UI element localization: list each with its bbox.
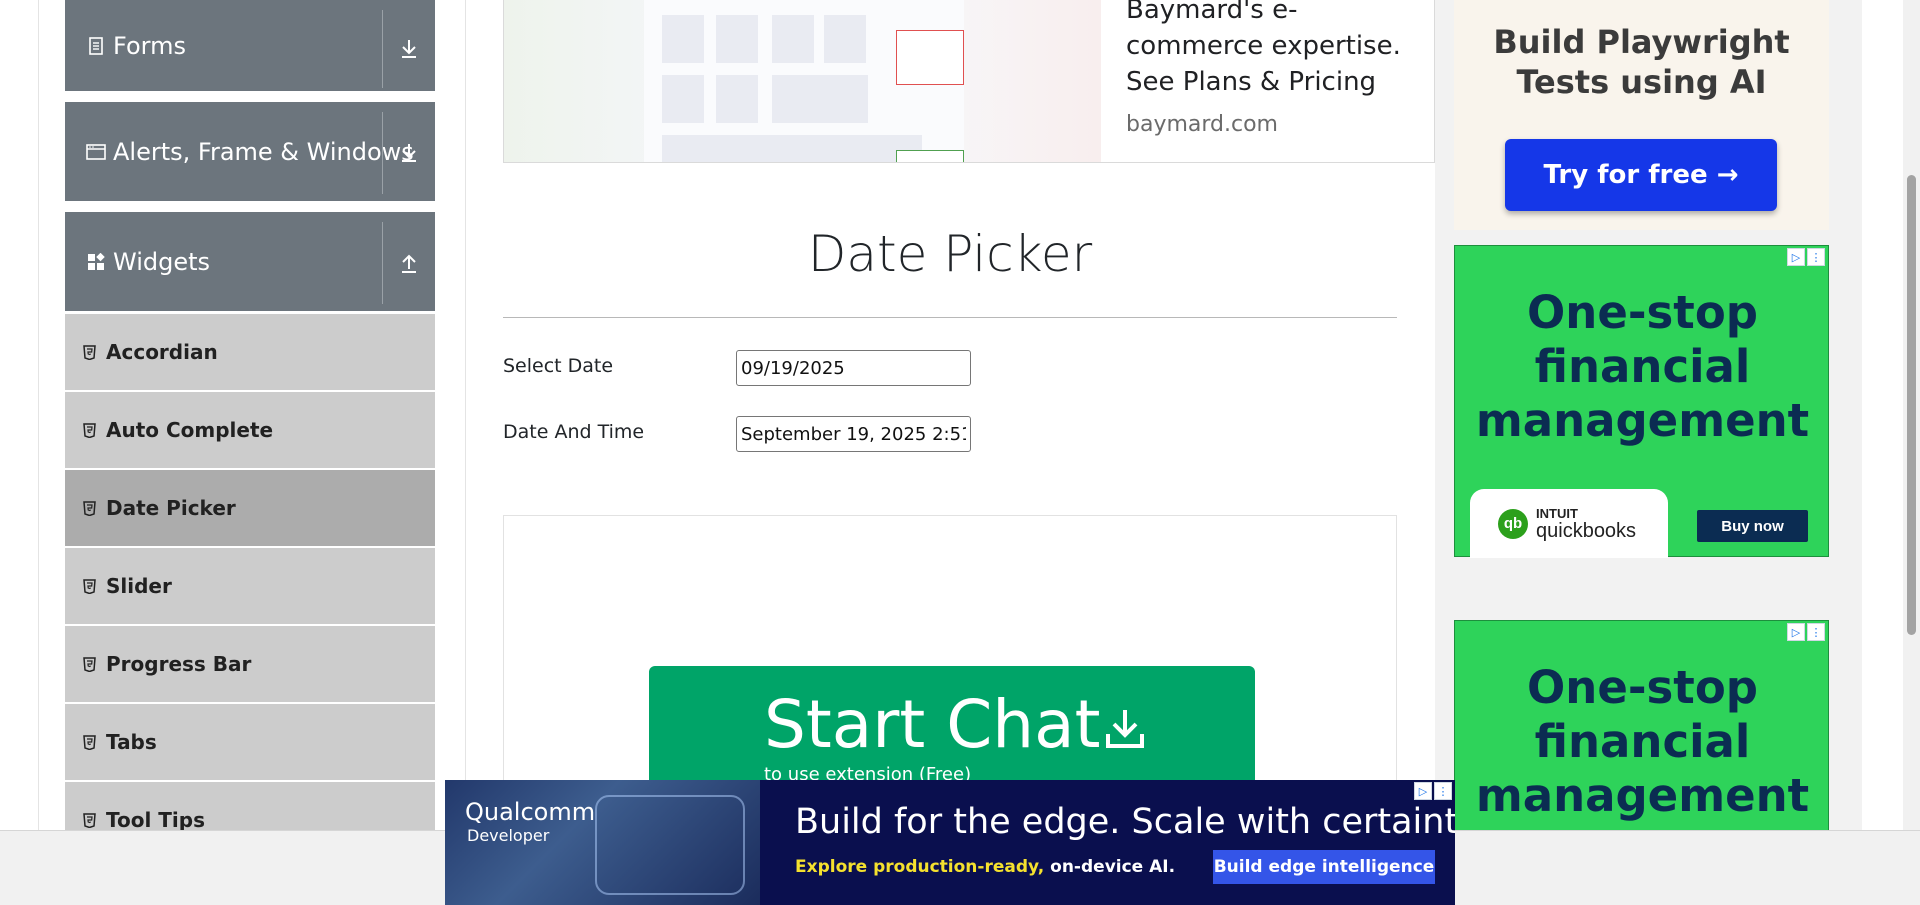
document-icon: [85, 35, 107, 57]
try-for-free-button[interactable]: Try for free →: [1505, 139, 1777, 211]
menu-item-date-picker[interactable]: Date Picker: [65, 468, 435, 546]
more-options-icon: ⋮: [1807, 623, 1825, 641]
menu-item-slider[interactable]: Slider: [65, 546, 435, 624]
group-title: Widgets: [113, 247, 211, 276]
quickbooks-ad[interactable]: ▷ ⋮ One-stop financial management: [1454, 620, 1829, 830]
qualcomm-subtext: Explore production-ready, on-device AI.: [795, 857, 1176, 877]
html5-icon: [82, 734, 96, 750]
page: Forms Alerts, Frame & Windows Widgets Ac…: [0, 0, 1920, 905]
html5-icon: [82, 812, 96, 828]
quickbooks-ad-title: One-stop financial management: [1475, 661, 1810, 822]
adchoices-icon: ▷: [1787, 623, 1805, 641]
qualcomm-ad[interactable]: Qualcomm Developer ▷ ⋮ Build for the edge…: [445, 780, 1455, 905]
html5-icon: [82, 500, 96, 516]
html5-icon: [82, 422, 96, 438]
quickbooks-ad-title: One-stop financial management: [1475, 286, 1810, 447]
html5-icon: [82, 656, 96, 672]
baymard-ad[interactable]: Baymard's e-commerce expertise. See Plan…: [503, 0, 1435, 163]
group-title: Forms: [113, 31, 186, 60]
adchoices-icon: ▷: [1787, 248, 1805, 266]
scrollbar-thumb[interactable]: [1907, 175, 1916, 635]
page-title: Date Picker: [807, 225, 1093, 283]
menu-item-label: Tool Tips: [106, 808, 206, 830]
upload-icon[interactable]: [382, 222, 435, 304]
menu-item-accordian[interactable]: Accordian: [65, 312, 435, 390]
buy-now-button[interactable]: Buy now: [1697, 510, 1808, 542]
html5-icon: [82, 578, 96, 594]
qualcomm-brand-sub: Developer: [467, 826, 550, 845]
qualcomm-brand: Qualcomm: [465, 798, 596, 826]
download-icon[interactable]: [382, 10, 435, 88]
widgets-icon: [85, 251, 107, 273]
date-time-label: Date And Time: [503, 421, 645, 443]
menu-item-label: Tabs: [106, 730, 157, 754]
right-ad-column: Build Playwright Tests using AI Try for …: [1435, 0, 1862, 830]
ad-mockup: [644, 0, 964, 162]
download-icon: [1104, 706, 1146, 755]
menu-item-auto-complete[interactable]: Auto Complete: [65, 390, 435, 468]
menu-item-label: Slider: [106, 574, 172, 598]
date-time-input[interactable]: [736, 416, 971, 452]
html5-icon: [82, 344, 96, 360]
menu-item-tool-tips[interactable]: Tool Tips: [65, 780, 435, 830]
select-date-input[interactable]: [736, 350, 971, 386]
ad-domain: baymard.com: [1126, 112, 1278, 137]
group-header-widgets[interactable]: Widgets: [65, 212, 435, 311]
page-scrollbar[interactable]: [1903, 0, 1920, 830]
quickbooks-logo-icon: qb: [1498, 508, 1528, 539]
widgets-menu: Accordian Auto Complete Date Picker Slid…: [65, 312, 435, 830]
menu-item-label: Accordian: [106, 340, 218, 364]
group-title: Alerts, Frame & Windows: [113, 137, 414, 166]
more-options-icon: ⋮: [1434, 782, 1452, 800]
menu-item-label: Date Picker: [106, 496, 236, 520]
ad-image: [504, 0, 1101, 162]
select-date-label: Select Date: [503, 355, 614, 377]
qualcomm-headline: Build for the edge. Scale with certainty…: [795, 802, 1455, 842]
download-icon[interactable]: [382, 112, 435, 194]
quickbooks-logo: qb INTUIT quickbooks: [1470, 489, 1668, 558]
window-icon: [85, 141, 107, 163]
start-chat-label: Start Chat: [764, 686, 1101, 763]
more-options-icon: ⋮: [1807, 248, 1825, 266]
playwright-ad-title: Build Playwright Tests using AI: [1493, 23, 1790, 101]
menu-item-label: Progress Bar: [106, 652, 252, 676]
build-edge-intelligence-button[interactable]: Build edge intelligence: [1213, 850, 1435, 884]
menu-item-tabs[interactable]: Tabs: [65, 702, 435, 780]
menu-item-label: Auto Complete: [106, 418, 274, 442]
adchoices[interactable]: ▷ ⋮: [1414, 782, 1452, 800]
ad-image: Qualcomm Developer: [445, 780, 760, 905]
adchoices[interactable]: ▷ ⋮: [1787, 623, 1825, 641]
playwright-ad[interactable]: Build Playwright Tests using AI Try for …: [1454, 0, 1829, 230]
ad-text: Baymard's e-commerce expertise. See Plan…: [1126, 0, 1401, 97]
group-header-alerts[interactable]: Alerts, Frame & Windows: [65, 102, 435, 201]
adchoices-icon: ▷: [1414, 782, 1432, 800]
start-chat-button[interactable]: Start Chat to use extension (Free): [649, 666, 1255, 796]
quickbooks-ad[interactable]: ▷ ⋮ One-stop financial management qb INTU…: [1454, 245, 1829, 558]
divider: [503, 317, 1397, 318]
menu-item-progress-bar[interactable]: Progress Bar: [65, 624, 435, 702]
sidebar: Forms Alerts, Frame & Windows Widgets Ac…: [38, 0, 466, 830]
group-header-forms[interactable]: Forms: [65, 0, 435, 91]
adchoices[interactable]: ▷ ⋮: [1787, 248, 1825, 266]
